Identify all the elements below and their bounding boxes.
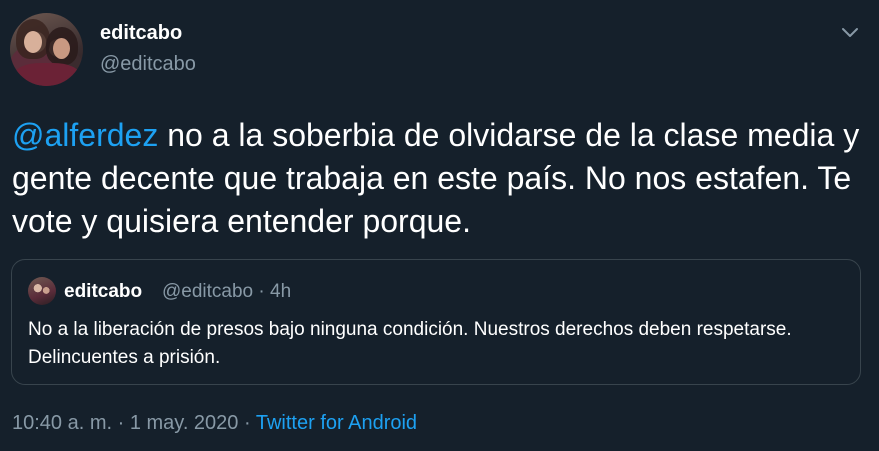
quoted-display-name: editcabo	[64, 281, 143, 302]
separator: ·	[238, 412, 256, 434]
separator: ·	[253, 281, 271, 302]
author-avatar[interactable]	[10, 13, 83, 86]
source-link[interactable]: Twitter for Android	[256, 412, 417, 434]
quoted-handle: @editcabo	[162, 281, 254, 302]
tweet-meta: 10:40 a. m. · 1 may. 2020 · Twitter for …	[12, 412, 417, 435]
avatar-part	[53, 38, 70, 59]
quoted-time: 4h	[270, 281, 292, 302]
quoted-tweet[interactable]: editcabo @editcabo · 4h No a la liberaci…	[11, 259, 861, 385]
tweet-text: @alferdez no a la soberbia de olvidarse …	[12, 114, 862, 243]
tweet-card: editcabo @editcabo @alferdez no a la sob…	[0, 0, 879, 451]
author-display-name[interactable]: editcabo	[100, 22, 182, 45]
quoted-avatar	[28, 277, 56, 305]
separator: ·	[112, 412, 130, 434]
avatar-part	[24, 31, 42, 53]
chevron-down-icon[interactable]	[838, 20, 862, 44]
tweet-time[interactable]: 10:40 a. m.	[12, 412, 112, 434]
mention-link[interactable]: @alferdez	[12, 117, 158, 153]
quoted-text: No a la liberación de presos bajo ningun…	[28, 319, 792, 368]
avatar-part	[14, 63, 80, 86]
author-handle[interactable]: @editcabo	[100, 53, 196, 76]
tweet-date[interactable]: 1 may. 2020	[130, 412, 239, 434]
quoted-handle-time: @editcabo · 4h	[162, 281, 291, 303]
